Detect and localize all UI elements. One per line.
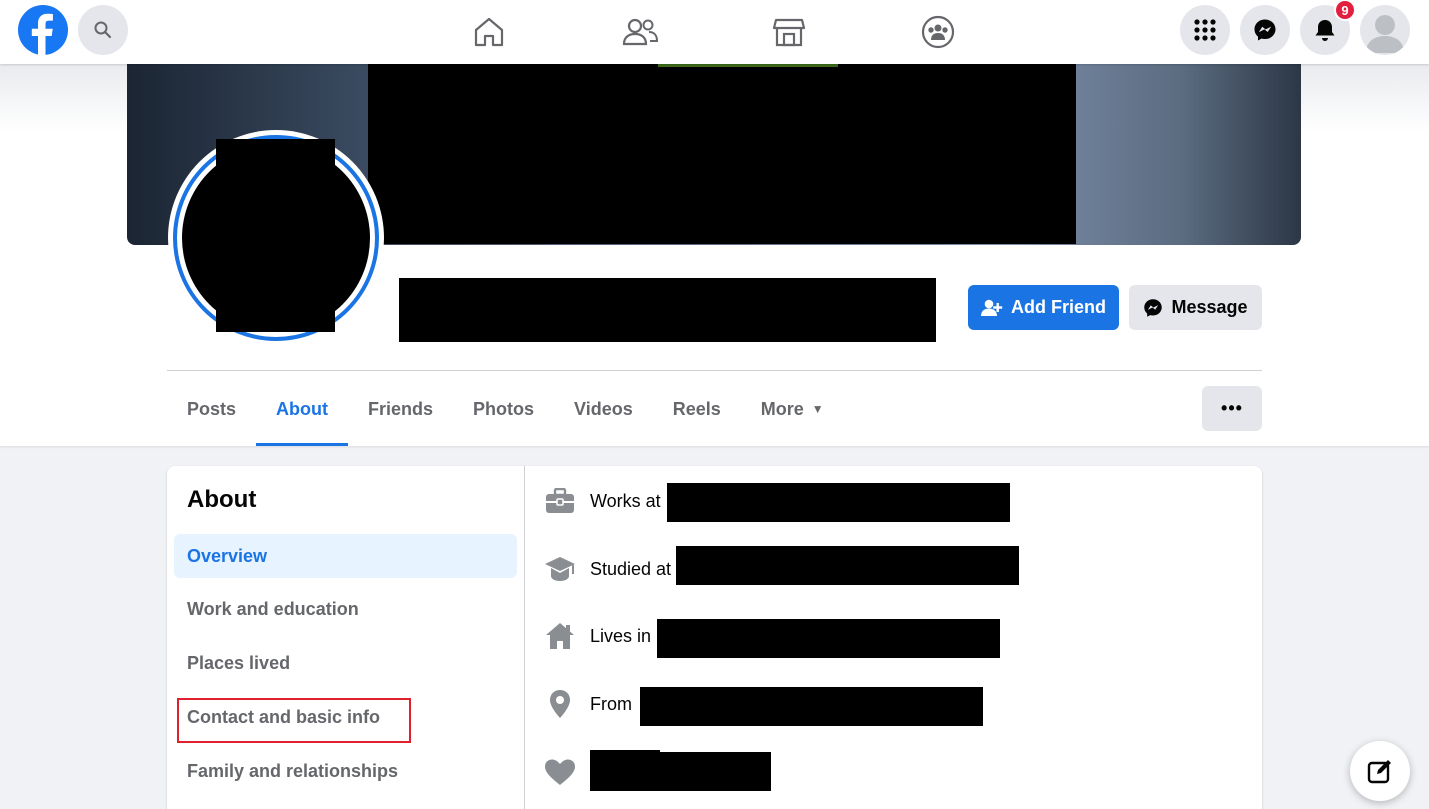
home-icon[interactable] [434, 0, 544, 64]
sidebar-item-work-and-education[interactable]: Work and education [174, 587, 517, 631]
graduation-cap-icon [544, 553, 576, 585]
house-icon [544, 620, 576, 652]
top-navigation-bar: 9 [0, 0, 1429, 64]
messenger-icon [1143, 298, 1163, 318]
redacted-block [667, 483, 1010, 522]
info-row-work: Works at [544, 481, 661, 521]
sidebar-item-family-and-relationships[interactable]: Family and relationships [174, 749, 517, 793]
info-label-works-at: Works at [590, 491, 661, 512]
message-label: Message [1171, 297, 1247, 318]
info-label-from: From [590, 694, 632, 715]
info-row-relationship [544, 752, 590, 792]
redacted-block [657, 619, 1000, 658]
profile-tabs: Posts About Friends Photos Videos Reels … [167, 372, 844, 446]
search-icon[interactable] [78, 5, 128, 55]
redacted-block [368, 64, 1076, 244]
compose-icon [1367, 758, 1393, 784]
bell-icon[interactable]: 9 [1300, 5, 1350, 55]
redacted-block [590, 752, 771, 791]
add-friend-icon [981, 299, 1003, 317]
about-title: About [187, 486, 256, 514]
redacted-block [676, 546, 1019, 585]
account-avatar[interactable] [1360, 5, 1410, 55]
more-options-button[interactable]: ••• [1202, 386, 1262, 431]
groups-icon[interactable] [883, 0, 993, 64]
tab-more[interactable]: More▼ [741, 372, 844, 446]
info-label-studied-at: Studied at [590, 559, 671, 580]
messenger-icon[interactable] [1240, 5, 1290, 55]
message-button[interactable]: Message [1129, 285, 1262, 330]
redacted-block [640, 687, 983, 726]
caret-down-icon: ▼ [812, 402, 824, 416]
location-pin-icon [544, 688, 576, 720]
redacted-block [216, 139, 335, 332]
notification-badge: 9 [1334, 0, 1356, 21]
info-row-education: Studied at [544, 549, 671, 589]
sidebar-item-places-lived[interactable]: Places lived [174, 641, 517, 685]
menu-grid-icon[interactable] [1180, 5, 1230, 55]
briefcase-icon [544, 485, 576, 517]
heart-icon [544, 756, 576, 788]
tab-posts[interactable]: Posts [167, 372, 256, 446]
highlight-annotation [177, 698, 411, 743]
tab-photos[interactable]: Photos [453, 372, 554, 446]
info-label-lives-in: Lives in [590, 626, 651, 647]
tab-videos[interactable]: Videos [554, 372, 653, 446]
friends-icon[interactable] [585, 0, 695, 64]
about-sidebar: About Overview Work and education Places… [167, 466, 525, 809]
marketplace-icon[interactable] [734, 0, 844, 64]
new-message-button[interactable] [1350, 741, 1410, 801]
info-row-lives-in: Lives in [544, 616, 651, 656]
tab-friends[interactable]: Friends [348, 372, 453, 446]
info-row-from: From [544, 684, 632, 724]
profile-name-redacted [399, 278, 936, 342]
tab-reels[interactable]: Reels [653, 372, 741, 446]
facebook-logo[interactable] [18, 5, 68, 55]
add-friend-label: Add Friend [1011, 297, 1106, 318]
divider [167, 370, 1262, 371]
add-friend-button[interactable]: Add Friend [968, 285, 1119, 330]
sidebar-item-overview[interactable]: Overview [174, 534, 517, 578]
tab-about[interactable]: About [256, 372, 348, 446]
